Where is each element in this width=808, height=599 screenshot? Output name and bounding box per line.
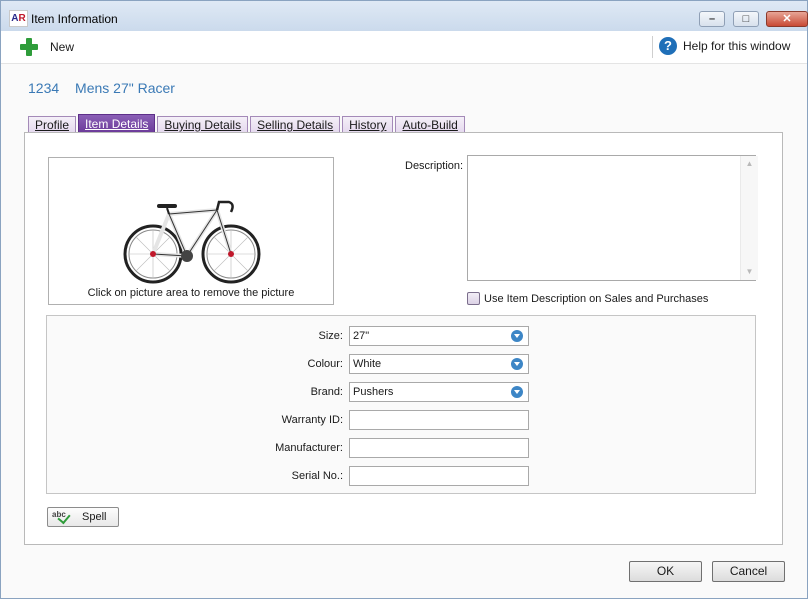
item-details-panel: Click on picture area to remove the pict… [24, 132, 783, 545]
use-description-checkbox-row[interactable]: Use Item Description on Sales and Purcha… [467, 292, 708, 305]
tab-item-details[interactable]: Item Details [78, 114, 156, 133]
item-name: Mens 27" Racer [75, 80, 175, 96]
brand-row: Brand: Pushers [47, 382, 757, 402]
spell-button[interactable]: abc Spell [47, 507, 119, 527]
scroll-up-icon[interactable]: ▲ [741, 156, 758, 172]
brand-label: Brand: [310, 386, 343, 398]
size-select[interactable]: 27" [349, 326, 529, 346]
spell-button-label: Spell [82, 511, 107, 523]
description-scrollbar[interactable]: ▲ ▼ [740, 156, 758, 280]
tab-profile[interactable]: Profile [28, 116, 77, 133]
help-button[interactable]: ? Help for this window [659, 37, 790, 55]
size-label: Size: [318, 330, 343, 342]
colour-select[interactable]: White [349, 354, 529, 374]
serial-input[interactable] [349, 466, 529, 486]
colour-label: Colour: [307, 358, 343, 370]
manufacturer-label: Manufacturer: [275, 442, 343, 454]
item-number: 1234 [28, 80, 60, 96]
picture-area[interactable]: Click on picture area to remove the pict… [48, 157, 334, 305]
help-button-label: Help for this window [683, 39, 791, 53]
spell-check-icon: abc [52, 510, 68, 524]
warranty-input[interactable] [349, 410, 529, 430]
serial-row: Serial No.: [47, 466, 757, 486]
description-textarea[interactable] [467, 155, 756, 281]
bicycle-image [123, 200, 261, 284]
size-value: 27" [353, 330, 370, 342]
chevron-down-icon[interactable] [511, 330, 523, 342]
new-button[interactable]: New [19, 36, 74, 58]
serial-label: Serial No.: [291, 470, 343, 482]
toolbar-divider [652, 36, 653, 58]
plus-icon [19, 37, 39, 57]
chevron-down-icon[interactable] [511, 386, 523, 398]
title-bar[interactable]: AR Item Information – □ ✕ [1, 1, 808, 31]
use-description-checkbox[interactable] [467, 292, 480, 305]
help-icon: ? [659, 37, 677, 55]
app-logo-icon: AR [9, 10, 28, 27]
colour-value: White [353, 358, 382, 370]
use-description-label: Use Item Description on Sales and Purcha… [484, 292, 709, 305]
maximize-button[interactable]: □ [733, 11, 759, 27]
minimize-icon: – [708, 13, 716, 25]
chevron-down-icon[interactable] [511, 358, 523, 370]
cancel-button[interactable]: Cancel [712, 561, 785, 582]
close-button[interactable]: ✕ [766, 11, 808, 27]
item-header: 1234 Mens 27" Racer [28, 80, 175, 96]
brand-select[interactable]: Pushers [349, 382, 529, 402]
ok-button[interactable]: OK [629, 561, 702, 582]
scroll-down-icon[interactable]: ▼ [741, 264, 758, 280]
picture-caption: Click on picture area to remove the pict… [87, 287, 295, 299]
tab-history[interactable]: History [342, 116, 394, 133]
tab-buying-details[interactable]: Buying Details [157, 116, 249, 133]
window-title: Item Information [31, 12, 118, 26]
item-information-window: AR Item Information – □ ✕ New ? Help for… [0, 0, 808, 599]
description-label: Description: [405, 160, 464, 172]
manufacturer-input[interactable] [349, 438, 529, 458]
toolbar: New ? Help for this window [1, 31, 807, 64]
brand-value: Pushers [353, 386, 394, 398]
tab-selling-details[interactable]: Selling Details [250, 116, 341, 133]
manufacturer-row: Manufacturer: [47, 438, 757, 458]
colour-row: Colour: White [47, 354, 757, 374]
size-row: Size: 27" [47, 326, 757, 346]
close-icon: ✕ [782, 13, 792, 25]
new-button-label: New [50, 40, 75, 54]
maximize-icon: □ [742, 13, 750, 25]
minimize-button[interactable]: – [699, 11, 725, 27]
warranty-label: Warranty ID: [281, 414, 343, 426]
warranty-row: Warranty ID: [47, 410, 757, 430]
tab-auto-build[interactable]: Auto-Build [395, 116, 465, 133]
custom-fields-box: Size: 27" Colour: White Brand: Pushers W… [46, 315, 756, 494]
tab-bar: Profile Item Details Buying Details Sell… [28, 114, 467, 133]
